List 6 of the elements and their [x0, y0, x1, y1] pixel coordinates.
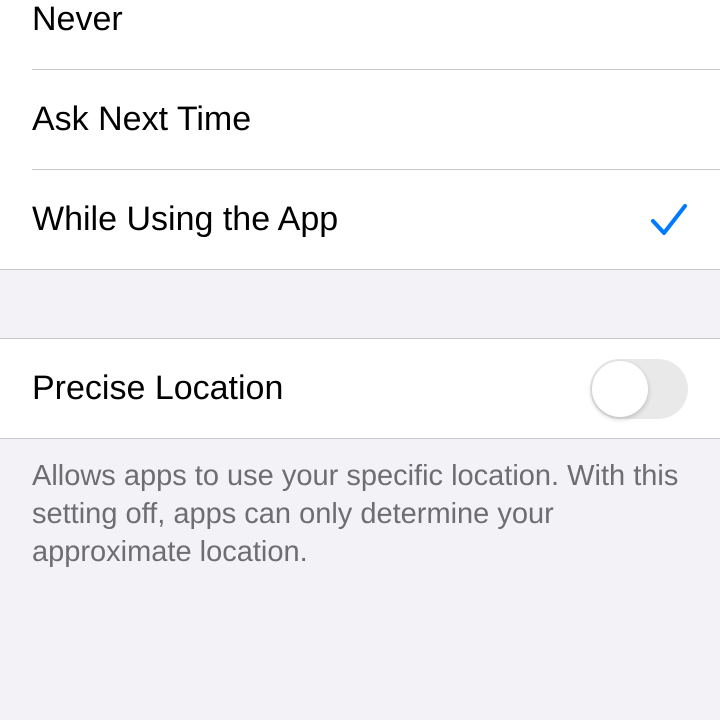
footer-note: Allows apps to use your specific location. With this setting off, apps can only determine your approximate location.	[32, 459, 680, 570]
setting-label: Precise Location	[32, 369, 284, 408]
option-label[interactable]: Ask Next Time	[32, 100, 688, 139]
option-label[interactable]: While Using the App	[32, 200, 650, 239]
option-label[interactable]: Never	[32, 0, 688, 39]
toggle-switch[interactable]	[590, 358, 688, 418]
